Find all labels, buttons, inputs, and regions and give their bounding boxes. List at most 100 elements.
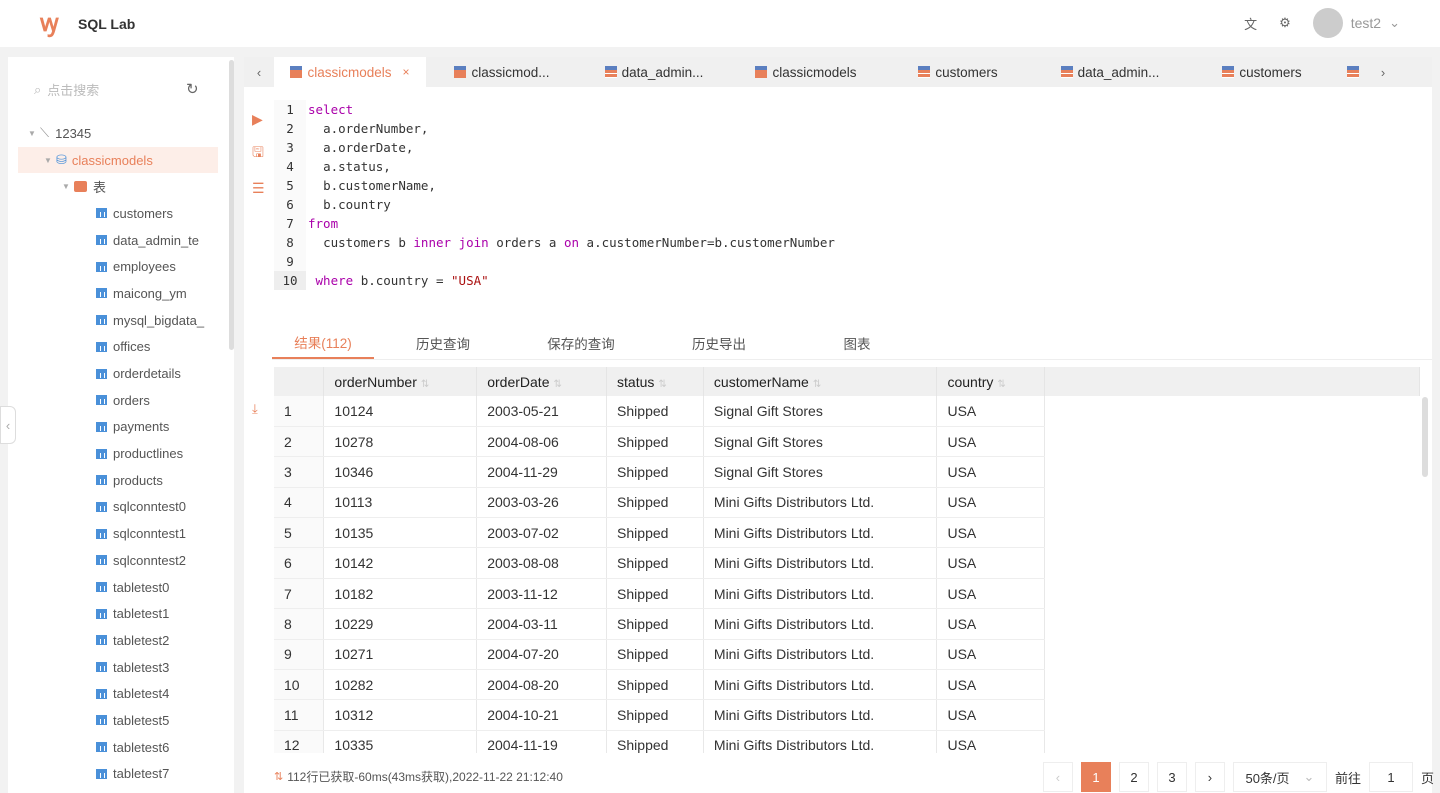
table-row[interactable]: 12 10335 2004-11-19 Shipped Mini Gifts Distr… [274,730,1420,753]
row-filler [1045,548,1420,578]
page-3[interactable]: 3 [1156,762,1187,792]
tree-table-item[interactable]: customers [18,200,218,227]
table-row[interactable]: 4 10113 2003-03-26 Shipped Mini Gifts Distri… [274,487,1420,519]
tree-table-item[interactable]: productlines [18,440,218,467]
tree-folder[interactable]: ▼ 表 [18,173,218,200]
row-index: 1 [274,396,325,427]
tree-table-item[interactable]: maicong_ym [18,280,218,307]
code-text: where b.country = "USA" [315,273,489,288]
sort-icon[interactable]: ⇅ [421,379,429,390]
tree-table-item[interactable]: tabletest7 [18,761,218,788]
table-row[interactable]: 5 10135 2003-07-02 Shipped Mini Gifts Distri… [274,517,1420,549]
collapse-sidebar-button[interactable]: ‹ [0,406,16,444]
tree-table-item[interactable]: data_admin_te [18,227,218,254]
table-row[interactable]: 2 10278 2004-08-06 Shipped Signal Gift Store… [274,426,1420,458]
sort-icon[interactable]: ⇅ [813,379,821,390]
tree-table-item[interactable]: tabletest1 [18,600,218,627]
table-cell: 10346 [323,456,478,488]
tree-table-item[interactable]: tabletest5 [18,707,218,734]
sort-icon[interactable]: ⇅ [658,379,666,390]
table-row[interactable]: 3 10346 2004-11-29 Shipped Signal Gift Store… [274,456,1420,488]
tree-connection[interactable]: ▼ ⟍ 12345 [18,120,218,147]
column-header[interactable]: customerName ⇅ [703,367,938,396]
table-row[interactable]: 11 10312 2004-10-21 Shipped Mini Gifts Distr… [274,699,1420,731]
table-row[interactable]: 9 10271 2004-07-20 Shipped Mini Gifts Distri… [274,639,1420,671]
query-tab[interactable]: customers [1186,57,1338,87]
column-header[interactable]: orderDate ⇅ [476,367,608,396]
sidebar-search[interactable]: ⌕ 点击搜索 [26,80,206,99]
tree-table-item[interactable]: sqlconntest2 [18,547,218,574]
format-icon[interactable]: ☰ [252,180,265,197]
table-row[interactable]: 7 10182 2003-11-12 Shipped Mini Gifts Distri… [274,578,1420,610]
result-tab[interactable]: 图表 [788,327,926,359]
grid-scrollbar[interactable] [1422,397,1428,477]
prev-page-button[interactable]: ‹ [1042,762,1073,792]
sidebar-scrollbar[interactable] [229,60,234,350]
table-cell: Signal Gift Stores [703,426,938,458]
settings-icon[interactable]: ⚙ [1279,15,1291,31]
refresh-icon[interactable]: ↻ [186,80,199,98]
query-tab-partial[interactable] [1338,57,1368,87]
result-tab[interactable]: 历史导出 [650,327,788,359]
tree-table-item[interactable]: orderdetails [18,360,218,387]
query-tab[interactable]: classicmod... [426,57,578,87]
table-row[interactable]: 8 10229 2004-03-11 Shipped Mini Gifts Distri… [274,608,1420,640]
translate-icon[interactable]: 文 [1244,14,1257,33]
table-row[interactable]: 1 10124 2003-05-21 Shipped Signal Gift Store… [274,396,1420,427]
goto-page-input[interactable]: 1 [1368,762,1413,792]
result-tab[interactable]: 历史查询 [374,327,512,359]
table-icon [1347,66,1359,78]
tree-table-item[interactable]: orders [18,387,218,414]
table-cell: USA [936,578,1046,610]
download-icon[interactable]: ⤓ [252,401,258,417]
tree-table-item[interactable]: tabletest4 [18,680,218,707]
table-icon [96,688,107,699]
query-tab[interactable]: classicmodels [730,57,882,87]
page-1[interactable]: 1 [1080,762,1111,792]
table-icon [96,421,107,432]
table-row[interactable]: 6 10142 2003-08-08 Shipped Mini Gifts Distri… [274,547,1420,579]
table-cell: USA [936,699,1046,731]
tabs-next-button[interactable]: › [1368,57,1398,87]
next-page-button[interactable]: › [1194,762,1225,792]
tree-table-item[interactable]: mysql_bigdata_ [18,307,218,334]
db-tree: ▼ ⟍ 12345 ▼ ⛁ classicmodels ▼ 表 customers data… [18,120,218,787]
table-icon [96,448,107,459]
column-header[interactable]: orderNumber ⇅ [323,367,478,396]
connection-label: 12345 [55,125,92,141]
result-tab[interactable]: 保存的查询 [512,327,650,359]
table-cell: 2003-07-02 [476,517,608,549]
tree-table-item[interactable]: tabletest2 [18,627,218,654]
tree-database[interactable]: ▼ ⛁ classicmodels [18,146,218,174]
page-2[interactable]: 2 [1118,762,1149,792]
user-menu[interactable]: test2 ⌄ [1312,8,1400,38]
query-tab[interactable]: customers [882,57,1034,87]
search-placeholder: 点击搜索 [47,83,100,98]
query-tab[interactable]: classicmodels × [274,57,426,87]
sort-icon[interactable]: ⇅ [997,379,1005,390]
run-icon[interactable]: ▶ [252,111,265,128]
page-size-select[interactable]: 50条/页 ⌄ [1232,762,1327,792]
tree-table-item[interactable]: tabletest3 [18,654,218,681]
query-tab[interactable]: data_admin... [1034,57,1186,87]
tree-table-item[interactable]: products [18,467,218,494]
line-number: 10 [274,271,306,290]
tree-table-item[interactable]: offices [18,334,218,361]
column-header[interactable]: country ⇅ [936,367,1046,396]
tree-table-item[interactable]: tabletest6 [18,734,218,761]
tree-table-item[interactable]: sqlconntest1 [18,520,218,547]
sort-icon[interactable]: ⇅ [553,379,561,390]
tree-table-item[interactable]: payments [18,414,218,441]
query-tab[interactable]: data_admin... [578,57,730,87]
tree-table-item[interactable]: employees [18,253,218,280]
save-icon[interactable]: 🖫 [252,142,265,166]
tabs-prev-button[interactable]: ‹ [244,57,274,87]
table-icon [96,662,107,673]
column-header[interactable]: status ⇅ [606,367,704,396]
result-tab[interactable]: 结果(112) [272,327,374,359]
close-icon[interactable]: × [403,65,410,79]
sql-editor[interactable]: 1 select 2 a.orderNumber, 3 a.orderDate, 4 a… [274,100,1424,290]
table-row[interactable]: 10 10282 2004-08-20 Shipped Mini Gifts Distr… [274,669,1420,701]
tree-table-item[interactable]: sqlconntest0 [18,494,218,521]
tree-table-item[interactable]: tabletest0 [18,574,218,601]
